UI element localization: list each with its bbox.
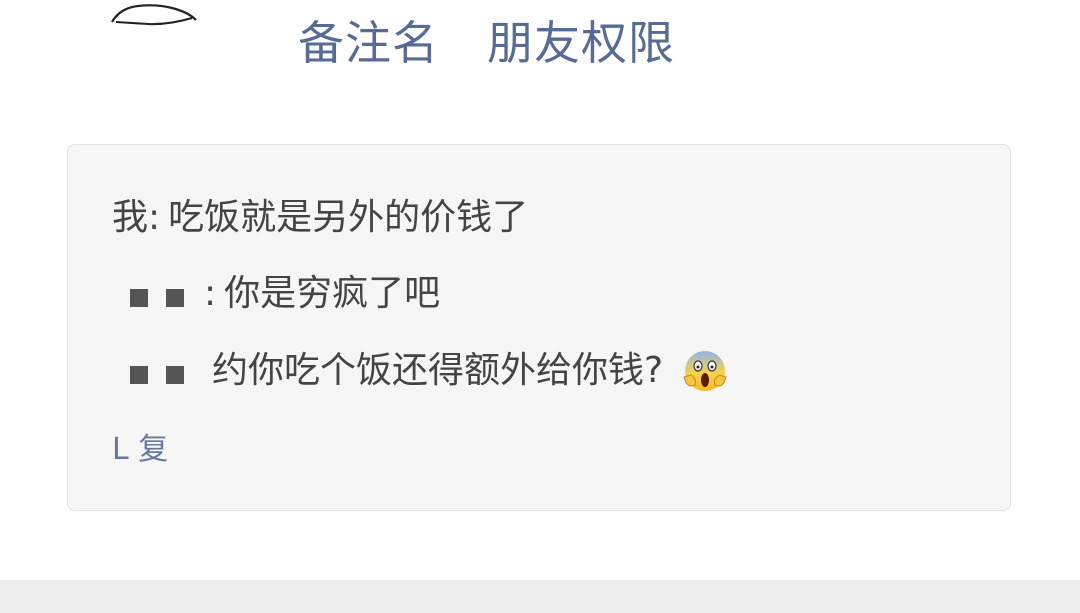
masked-name [112, 271, 204, 317]
comment-line-1: 我: 吃饭就是另外的价钱了 [112, 195, 528, 241]
comment-text: 约你吃个饭还得额外给你钱? [212, 350, 664, 391]
screaming-face-icon [683, 351, 727, 391]
mask-block [166, 366, 184, 384]
avatar-icon [111, 4, 197, 26]
remark-name-link[interactable]: 备注名 [298, 14, 439, 72]
mask-block [130, 289, 148, 307]
reply-link[interactable]: L 复 [112, 427, 168, 473]
comment-text: 你是穷疯了吧 [224, 273, 441, 314]
profile-actions: 备注名 朋友权限 [298, 14, 675, 72]
mask-block [166, 289, 184, 307]
masked-name [112, 348, 212, 394]
comment-line-4: L 复 [112, 427, 168, 473]
mask-block [130, 366, 148, 384]
bottom-bar [0, 580, 1080, 613]
comment-box: 我: 吃饭就是另外的价钱了 : 你是穷疯了吧 约你吃个饭还得额外给你钱? L 复 [67, 144, 1011, 511]
friend-permissions-link[interactable]: 朋友权限 [487, 14, 675, 72]
speaker-suffix: : [204, 273, 217, 314]
comment-line-3: 约你吃个饭还得额外给你钱? [112, 347, 729, 395]
comment-speaker: 我: [112, 197, 161, 238]
comment-text: 吃饭就是另外的价钱了 [168, 197, 529, 238]
comment-line-2: : 你是穷疯了吧 [112, 271, 440, 317]
